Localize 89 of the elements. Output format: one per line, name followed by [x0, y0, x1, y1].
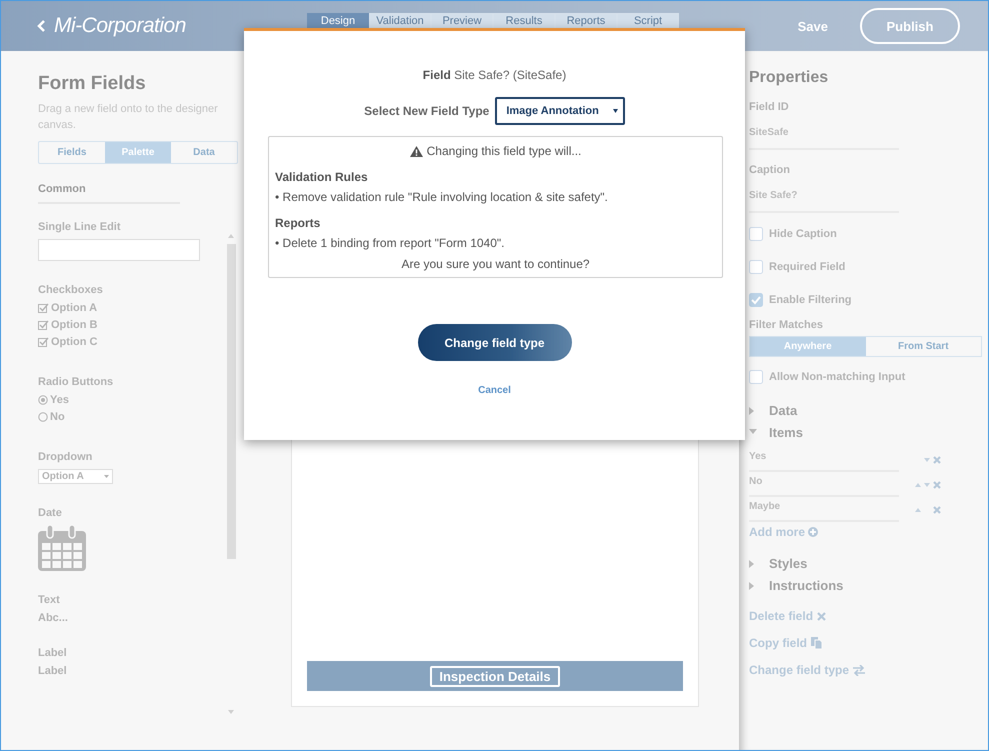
- header-tab[interactable]: Results: [493, 13, 555, 28]
- property-value-field[interactable]: SiteSafe: [749, 127, 899, 150]
- checkbox-label: Hide Caption: [769, 228, 837, 240]
- checkbox[interactable]: [749, 260, 763, 274]
- property-value-field[interactable]: Site Safe?: [749, 190, 899, 213]
- item-value-field[interactable]: Maybe: [749, 497, 899, 522]
- warning-text: Changing this field type will...: [426, 144, 582, 158]
- section-toggle[interactable]: Items: [769, 425, 803, 440]
- section-toggle[interactable]: Instructions: [769, 578, 844, 593]
- field-type-label: Select New Field Type: [364, 104, 490, 118]
- palette-item-label[interactable]: Radio Buttons: [38, 376, 114, 388]
- radio-label: Yes: [50, 394, 69, 406]
- palette-item-label[interactable]: Text: [38, 594, 60, 606]
- panel-tab[interactable]: Fields: [39, 142, 105, 163]
- sample-text: Label: [38, 665, 67, 677]
- header-tab[interactable]: Script: [617, 13, 679, 28]
- scroll-up-icon[interactable]: [228, 234, 234, 238]
- confirm-question: Are you sure you want to continue?: [400, 257, 591, 271]
- plus-circle-icon: [808, 527, 818, 537]
- checkbox-label: Option B: [51, 319, 98, 331]
- palette-item-label[interactable]: Single Line Edit: [38, 221, 121, 233]
- dropdown-sample[interactable]: Option A: [38, 469, 113, 484]
- panel-title: Properties: [749, 69, 830, 87]
- section-toggle[interactable]: Styles: [769, 556, 808, 571]
- property-label: Caption: [749, 164, 791, 176]
- close-icon: [817, 612, 826, 620]
- palette-item-label[interactable]: Dropdown: [38, 451, 92, 463]
- palette-item-label[interactable]: Date: [38, 507, 62, 519]
- item-value-field[interactable]: Yes: [749, 447, 899, 472]
- group-title: Reports: [275, 216, 322, 230]
- header-tab[interactable]: Design: [307, 13, 369, 28]
- swap-arrows-icon: [853, 664, 866, 676]
- checkbox-label: Required Field: [769, 261, 846, 273]
- header-tab[interactable]: Reports: [555, 13, 617, 28]
- checkbox-label: Allow Non-matching Input: [769, 371, 906, 383]
- action-link[interactable]: Delete field: [749, 609, 988, 623]
- header-tab[interactable]: Validation: [369, 13, 431, 28]
- action-link[interactable]: Copy field: [749, 636, 988, 650]
- scroll-down-icon[interactable]: [228, 710, 234, 714]
- panel-tab[interactable]: Data: [171, 142, 237, 163]
- field-type-dropdown[interactable]: Image Annotation: [495, 97, 625, 125]
- back-icon[interactable]: [37, 20, 46, 32]
- panel-tab[interactable]: Palette: [105, 142, 171, 163]
- palette-item-label[interactable]: Checkboxes: [38, 284, 103, 296]
- checkbox-label: Option A: [51, 302, 98, 314]
- copy-icon: [811, 637, 822, 649]
- change-item: • Delete 1 binding from report "Form 1040".: [275, 236, 506, 250]
- publish-button[interactable]: Publish: [860, 8, 960, 44]
- remove-icon[interactable]: [933, 480, 941, 488]
- action-link[interactable]: Change field type: [749, 663, 988, 677]
- field-name: Field Site Safe? (SiteSafe): [422, 68, 566, 82]
- add-more-link[interactable]: Add more: [749, 525, 988, 539]
- move-up-icon[interactable]: [915, 508, 921, 512]
- section-heading: Common: [38, 183, 180, 204]
- change-field-type-button[interactable]: Change field type: [418, 324, 572, 361]
- header-tab[interactable]: Preview: [431, 13, 493, 28]
- caret-icon: [612, 109, 618, 113]
- save-button[interactable]: Save: [792, 18, 834, 34]
- move-up-icon[interactable]: [915, 482, 921, 486]
- property-label: Filter Matches: [749, 319, 824, 331]
- panel-title: Form Fields: [38, 73, 147, 95]
- checkbox[interactable]: [749, 227, 763, 241]
- checkbox-label: Enable Filtering: [769, 294, 852, 306]
- radio-label: No: [50, 411, 65, 423]
- warning-icon: [410, 146, 423, 156]
- calendar-icon[interactable]: [38, 525, 86, 571]
- checkbox-label: Option C: [51, 336, 98, 348]
- caret-icon: [104, 475, 109, 478]
- section-toggle[interactable]: Data: [769, 403, 798, 418]
- change-item: • Remove validation rule "Rule involving location & site safety".: [275, 190, 609, 204]
- group-title: Validation Rules: [275, 170, 369, 184]
- scrollbar[interactable]: [227, 234, 236, 714]
- remove-icon[interactable]: [933, 506, 941, 514]
- checkbox[interactable]: [749, 370, 763, 384]
- item-value-field[interactable]: No: [749, 472, 899, 497]
- collapse-caret-icon[interactable]: [749, 428, 757, 436]
- segment-option[interactable]: From Start: [866, 337, 981, 356]
- move-down-icon[interactable]: [924, 458, 930, 462]
- remove-icon[interactable]: [933, 456, 941, 464]
- move-down-icon[interactable]: [924, 482, 930, 486]
- sample-text: Abc...: [38, 612, 68, 624]
- section-title[interactable]: Inspection Details: [430, 666, 560, 686]
- palette-item-label[interactable]: Label: [38, 647, 67, 659]
- cancel-link[interactable]: Cancel: [478, 385, 511, 396]
- segment-option[interactable]: Anywhere: [750, 337, 866, 356]
- checkbox[interactable]: [749, 293, 763, 307]
- brand-logo: Mi-Corporation: [54, 14, 186, 38]
- property-label: Field ID: [749, 101, 790, 113]
- textbox-sample[interactable]: [38, 239, 200, 261]
